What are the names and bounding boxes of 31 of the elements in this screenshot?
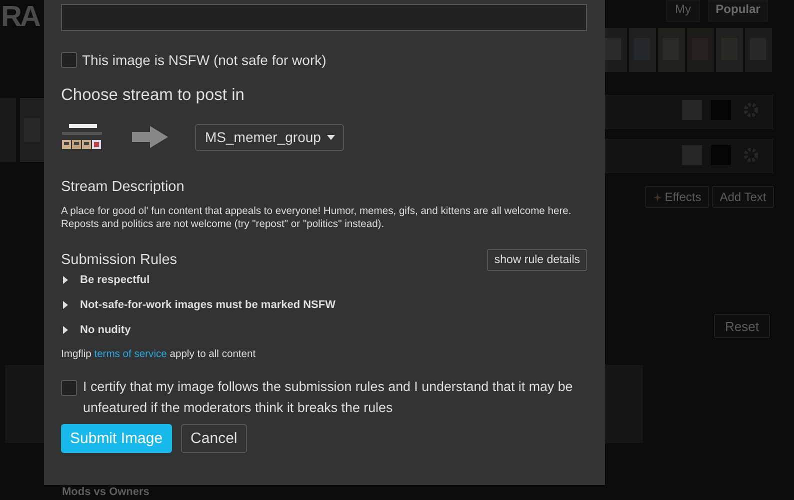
list-item[interactable]: Mods vs Owners — [62, 486, 150, 499]
caret-icon — [63, 326, 68, 334]
checkbox[interactable] — [61, 52, 77, 68]
tab[interactable]: Popular — [708, 0, 768, 22]
section-heading: Choose stream to post in — [61, 86, 246, 105]
tab[interactable]: My — [666, 0, 700, 22]
caret-icon — [326, 134, 335, 140]
sparkle-icon — [652, 192, 662, 202]
reset-button[interactable]: Reset — [714, 314, 770, 338]
toolbar-button[interactable]: Add Text — [712, 186, 774, 208]
certify-label: I certify that my image follows the submission rules and I understand that it may be unfeatured if the moderators think it breaks the rules — [83, 378, 574, 417]
caret-icon — [63, 301, 68, 309]
rule-text: Not-safe-for-work images must be marked NSFW — [80, 298, 336, 312]
checkbox[interactable] — [61, 380, 77, 396]
terms-note: Imgflip terms of service apply to all content — [61, 349, 257, 360]
rule-text: No nudity — [80, 323, 131, 337]
arrow-icon — [132, 126, 168, 148]
cancel-button[interactable]: Cancel — [180, 424, 248, 453]
show-details-button[interactable]: show rule details — [487, 249, 587, 271]
submit-button[interactable]: Submit Image — [61, 424, 172, 453]
rule-text: Be respectful — [80, 273, 150, 287]
section-heading: Stream Description — [61, 179, 186, 195]
stream-dropdown[interactable]: MS_memer_group — [195, 124, 344, 150]
toolbar-button[interactable]: Effects — [645, 186, 709, 208]
title-input-field[interactable] — [61, 4, 587, 31]
caret-icon — [63, 276, 68, 284]
nsfw-label: This image is NSFW (not safe for work) — [82, 52, 326, 68]
site-logo[interactable]: RA — [1, 2, 39, 32]
stream-description: A place for good ol' fun content that appeals to everyone! Humor, memes, gifs, and kittens are all welcome here. Reposts and politics are not welcome (try "repost" or "politics" instead). — [61, 205, 572, 231]
section-heading: Submission Rules — [61, 252, 178, 268]
terms-link[interactable]: terms of service — [94, 349, 167, 360]
